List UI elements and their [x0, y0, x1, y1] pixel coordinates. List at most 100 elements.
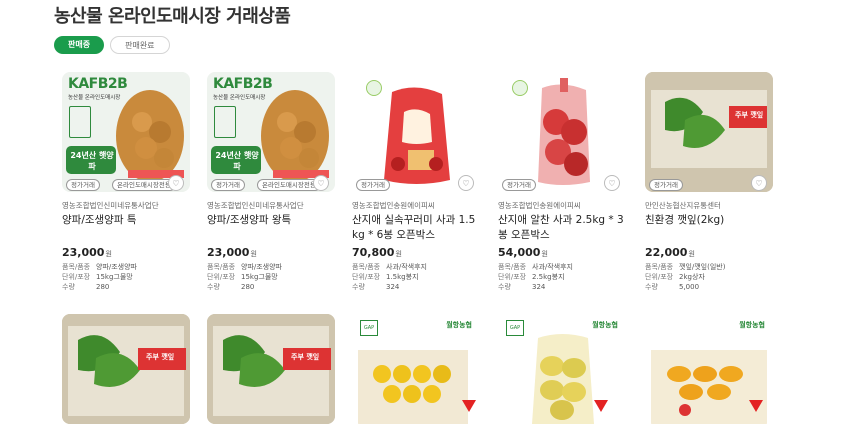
product-card[interactable]: KAFB2B 농산물 온라인도매시장 24년산 햇양파 정가거래 온라인도매시장…	[62, 72, 190, 292]
seller-name: 영농조합법인신미네유통사업단	[62, 201, 159, 210]
meta-key: 수량	[645, 283, 658, 291]
coop-logo: 월항농협	[592, 321, 618, 329]
product-image[interactable]: 주부 깻잎	[62, 314, 190, 424]
product-card[interactable]: 주부 깻잎	[207, 314, 335, 424]
meta-key: 단위/포장	[207, 273, 236, 281]
heart-icon[interactable]: ♡	[458, 175, 474, 191]
brand-sub: 농산물 온라인도매시장	[68, 95, 121, 101]
logo-mark	[512, 80, 528, 96]
meta-key: 단위/포장	[352, 273, 381, 281]
meta-key: 품목/품종	[62, 263, 91, 271]
thumb-label: 주부 깻잎	[735, 111, 764, 119]
product-image[interactable]: KAFB2B 농산물 온라인도매시장 24년산 햇양파 정가거래 온라인도매시장…	[207, 72, 335, 192]
product-card[interactable]: GAP 월항농협	[498, 314, 626, 424]
meta-value: 양파/조생양파	[96, 263, 137, 271]
meta-key: 단위/포장	[62, 273, 91, 281]
thumb-label: 주부 깻잎	[291, 353, 320, 361]
product-card[interactable]: 주부 깻잎 정가거래 ♡ 만인산농협산지유통센터 친환경 깻잎(2kg) 22,…	[645, 72, 773, 292]
meta-value: 사과/작색후지	[386, 263, 427, 271]
seal-icon	[69, 106, 91, 138]
price-unit: 원	[250, 250, 257, 258]
seller-name: 영농조합법인송원에이피씨	[352, 201, 435, 210]
heart-icon[interactable]: ♡	[313, 175, 329, 191]
price: 22,000	[645, 246, 688, 259]
heart-icon[interactable]: ♡	[168, 175, 184, 191]
fixed-price-tag: 정가거래	[649, 179, 683, 191]
thumb-label: 주부 깻잎	[146, 353, 175, 361]
product-card[interactable]: KAFB2B 농산물 온라인도매시장 24년산 햇양파 정가거래 온라인도매시장…	[207, 72, 335, 292]
product-name[interactable]: 산지애 알찬 사과 2.5kg * 3 봉 오픈박스	[498, 213, 626, 243]
product-image[interactable]: GAP 월항농협	[352, 314, 480, 424]
seal-icon	[214, 106, 236, 138]
brand-sub: 농산물 온라인도매시장	[213, 95, 266, 101]
meta-value: 양파/조생양파	[241, 263, 282, 271]
product-name[interactable]: 친환경 깻잎(2kg)	[645, 213, 773, 243]
meta-key: 품목/품종	[645, 263, 674, 271]
online-exclusive-tag: 온라인도매시장전용	[257, 179, 321, 191]
product-card[interactable]: GAP 월항농협	[352, 314, 480, 424]
meta-value: 280	[96, 283, 110, 291]
logo-mark	[366, 80, 382, 96]
gap-mark: GAP	[506, 320, 524, 336]
meta-key: 수량	[207, 283, 220, 291]
meta-value: 15kg그물망	[96, 273, 133, 281]
price: 54,000	[498, 246, 541, 259]
meta-value: 1.5kg봉지	[386, 273, 419, 281]
product-card[interactable]: 주부 깻잎	[62, 314, 190, 424]
meta-value: 15kg그물망	[241, 273, 278, 281]
meta-value: 280	[241, 283, 255, 291]
price-unit: 원	[395, 250, 402, 258]
meta-value: 324	[532, 283, 546, 291]
product-image[interactable]: KAFB2B 농산물 온라인도매시장 24년산 햇양파 정가거래 온라인도매시장…	[62, 72, 190, 192]
sale-status-tabs: 판매중 판매완료	[54, 36, 170, 54]
thumb-badge: 24년산 햇양파	[70, 151, 114, 171]
product-card[interactable]: 월항농협	[645, 314, 773, 424]
coop-logo: 월항농협	[446, 321, 472, 329]
product-image[interactable]: 정가거래 ♡	[352, 72, 480, 192]
heart-icon[interactable]: ♡	[751, 175, 767, 191]
product-image[interactable]: 월항농협	[645, 314, 773, 424]
product-card[interactable]: 정가거래 ♡ 영농조합법인송원에이피씨 산지애 알찬 사과 2.5kg * 3 …	[498, 72, 626, 292]
tab-on-sale[interactable]: 판매중	[54, 36, 105, 54]
meta-key: 품목/품종	[352, 263, 381, 271]
seller-name: 만인산농협산지유통센터	[645, 201, 721, 210]
fixed-price-tag: 정가거래	[66, 179, 100, 191]
meta-key: 수량	[498, 283, 511, 291]
fixed-price-tag: 정가거래	[502, 179, 536, 191]
product-name[interactable]: 양파/조생양파 왕특	[207, 213, 335, 243]
online-exclusive-tag: 온라인도매시장전용	[112, 179, 176, 191]
price: 23,000	[207, 246, 250, 259]
coop-logo: 월항농협	[739, 321, 765, 329]
product-image[interactable]: 정가거래 ♡	[498, 72, 626, 192]
price-unit: 원	[541, 250, 548, 258]
meta-key: 수량	[352, 283, 365, 291]
fixed-price-tag: 정가거래	[211, 179, 245, 191]
product-image[interactable]: 주부 깻잎 정가거래 ♡	[645, 72, 773, 192]
product-image[interactable]: 주부 깻잎	[207, 314, 335, 424]
gap-mark: GAP	[360, 320, 378, 336]
meta-key: 단위/포장	[498, 273, 527, 281]
meta-value: 깻잎/깻잎(일반)	[679, 263, 726, 271]
seller-name: 영농조합법인송원에이피씨	[498, 201, 581, 210]
page-title: 농산물 온라인도매시장 거래상품	[54, 6, 291, 27]
tab-sold-out[interactable]: 판매완료	[110, 36, 170, 54]
product-name[interactable]: 산지애 실속꾸러미 사과 1.5 kg * 6봉 오픈박스	[352, 213, 480, 243]
heart-icon[interactable]: ♡	[604, 175, 620, 191]
meta-value: 2.5kg봉지	[532, 273, 565, 281]
fixed-price-tag: 정가거래	[356, 179, 390, 191]
brand-text: KAFB2B	[68, 76, 128, 92]
meta-key: 품목/품종	[498, 263, 527, 271]
meta-key: 수량	[62, 283, 75, 291]
price: 23,000	[62, 246, 105, 259]
meta-value: 2kg상자	[679, 273, 705, 281]
product-card[interactable]: 정가거래 ♡ 영농조합법인송원에이피씨 산지애 실속꾸러미 사과 1.5 kg …	[352, 72, 480, 292]
product-name[interactable]: 양파/조생양파 특	[62, 213, 190, 243]
price: 70,800	[352, 246, 395, 259]
thumb-badge: 24년산 햇양파	[215, 151, 259, 171]
meta-value: 사과/작색후지	[532, 263, 573, 271]
product-image[interactable]: GAP 월항농협	[498, 314, 626, 424]
seller-name: 영농조합법인신미네유통사업단	[207, 201, 304, 210]
meta-key: 품목/품종	[207, 263, 236, 271]
meta-key: 단위/포장	[645, 273, 674, 281]
meta-value: 324	[386, 283, 400, 291]
